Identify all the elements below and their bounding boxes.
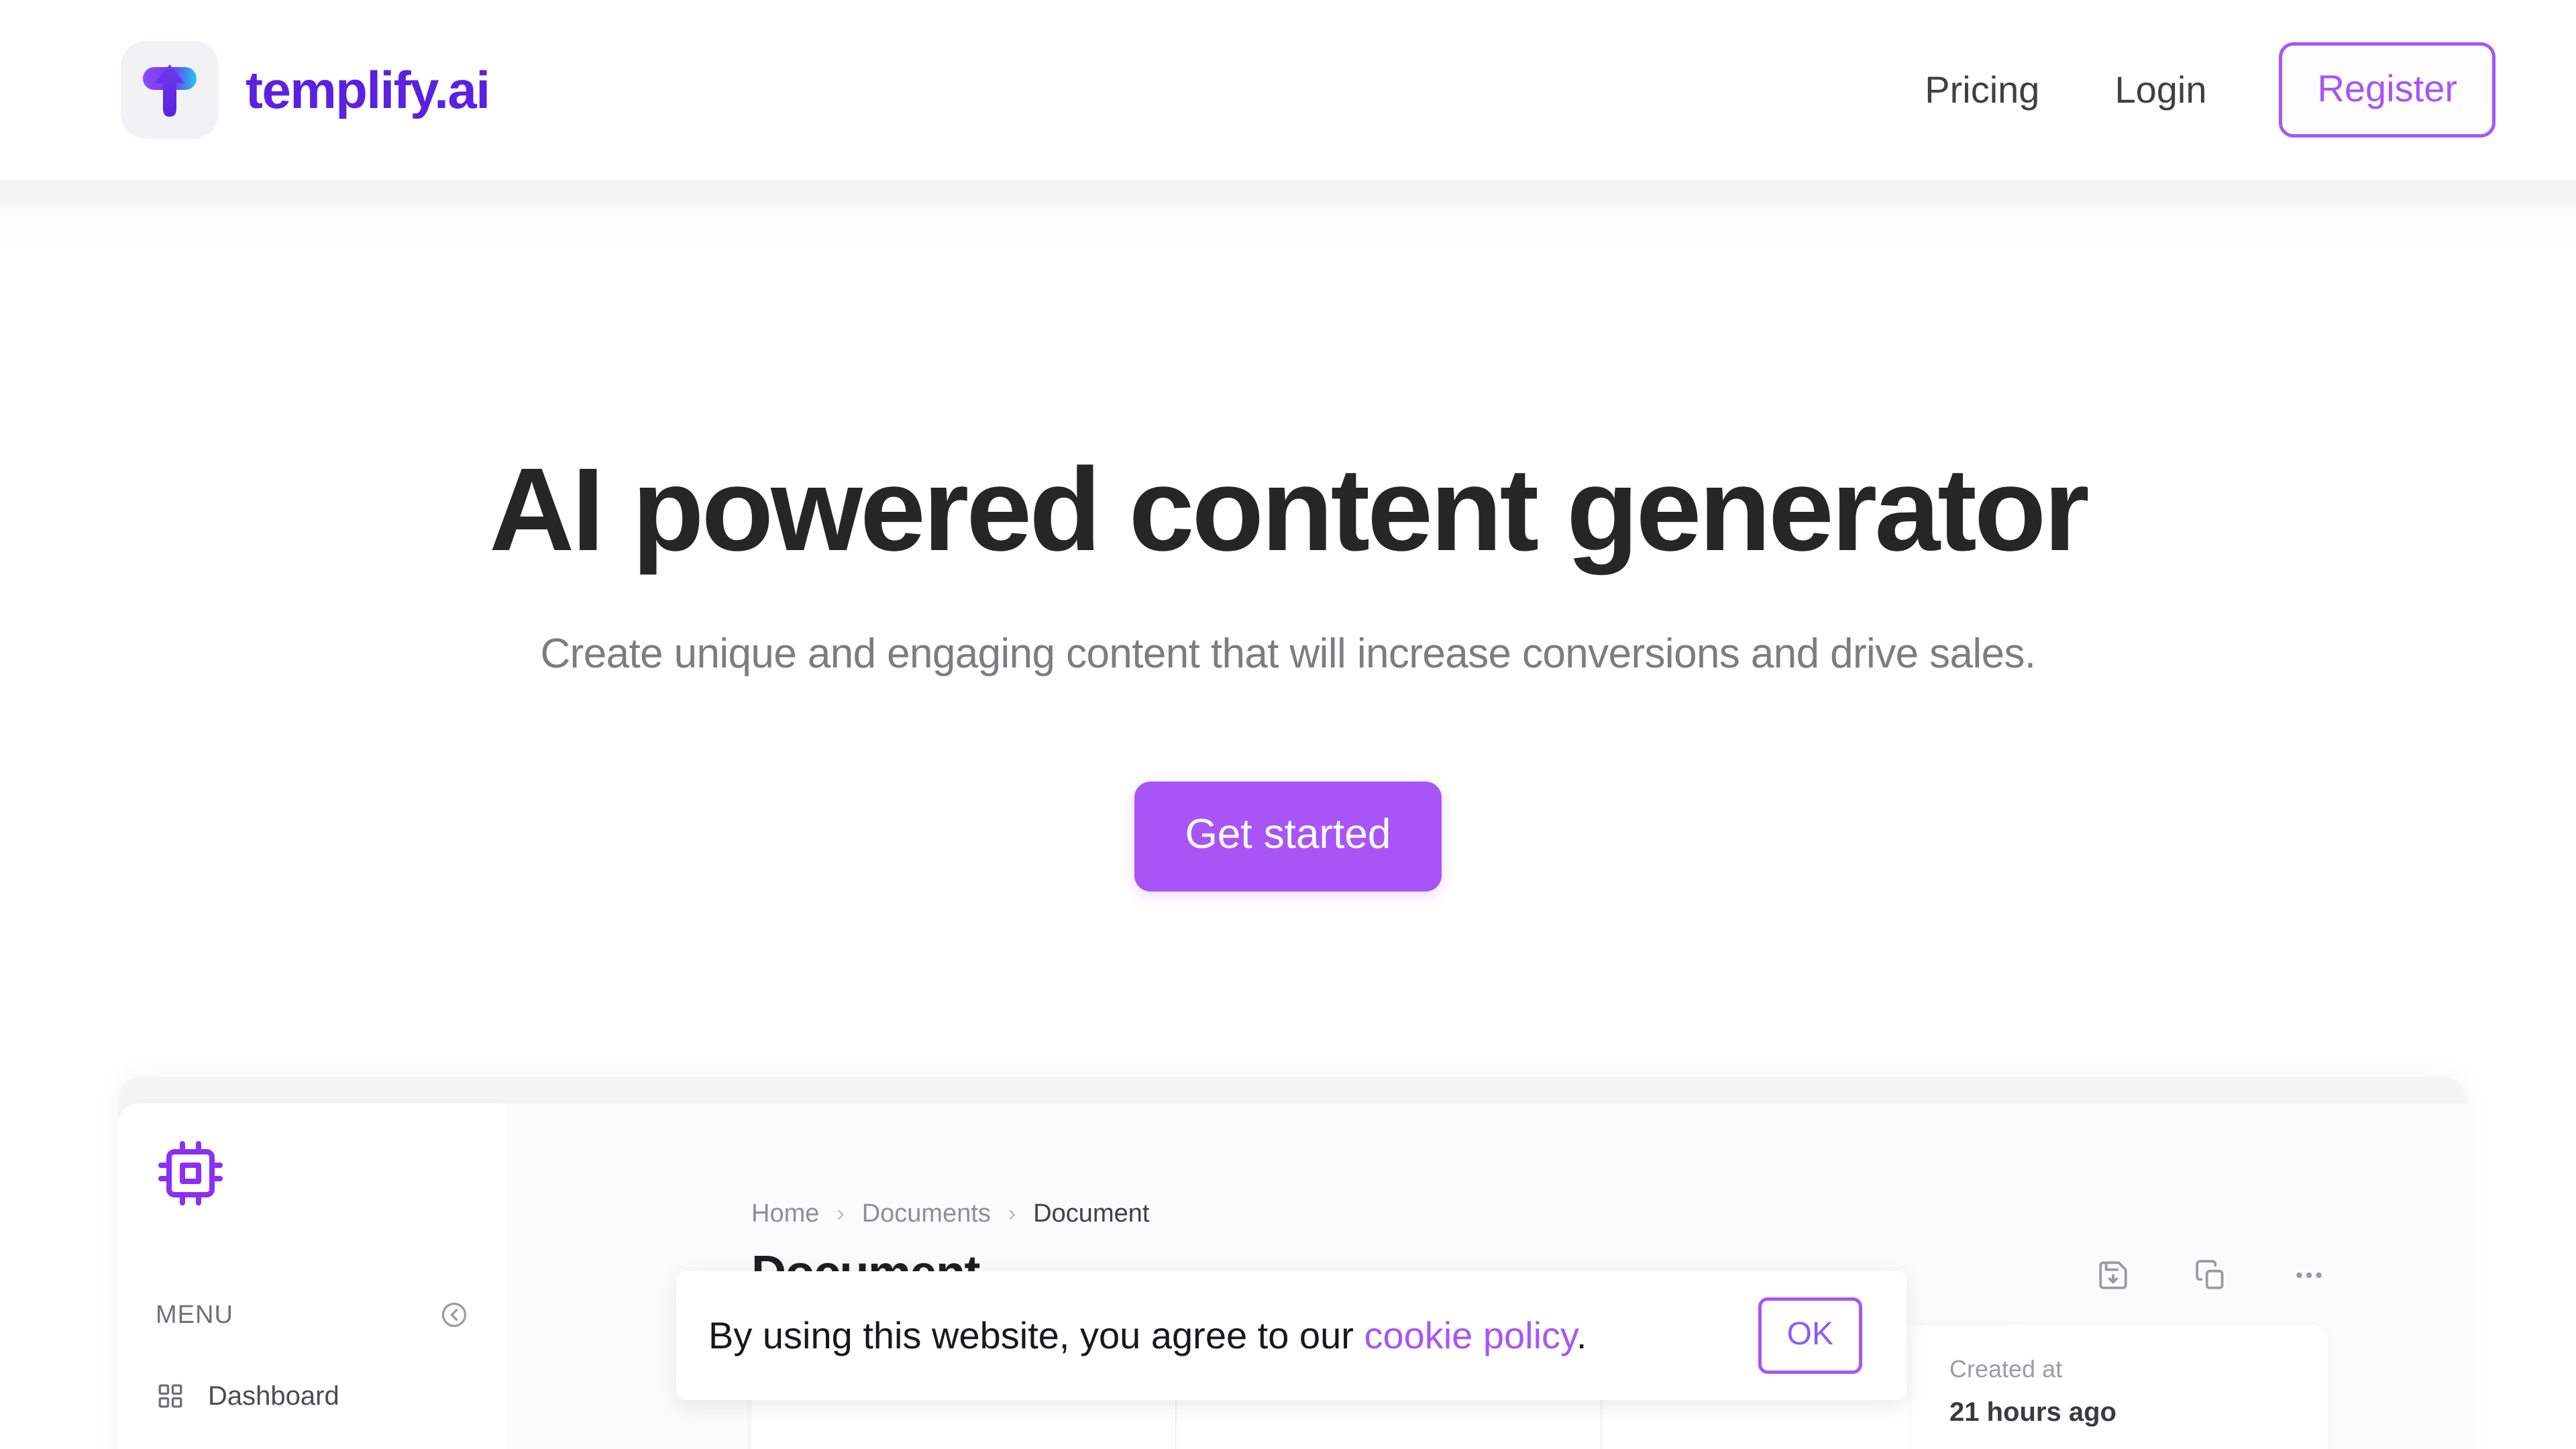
header-fade [0, 205, 2576, 247]
more-options-icon[interactable] [2290, 1256, 2328, 1294]
collapse-circle-icon[interactable] [439, 1299, 470, 1330]
hero-section: AI powered content generator Create uniq… [0, 247, 2576, 892]
created-at-value: 21 hours ago [1949, 1397, 2116, 1427]
breadcrumb-item-documents[interactable]: Documents [862, 1201, 991, 1226]
breadcrumb-current: Document [1033, 1199, 1150, 1228]
landing-page: templify.ai Pricing Login Register AI po… [0, 0, 2576, 1449]
document-toolbar [2094, 1256, 2328, 1294]
grid-2x2-icon [156, 1381, 185, 1411]
hero-cta-wrap: Get started [0, 782, 2576, 892]
get-started-button[interactable]: Get started [1134, 782, 1442, 892]
header-inner: templify.ai Pricing Login Register [0, 0, 2576, 180]
sidebar-item-dashboard[interactable]: Dashboard [156, 1381, 470, 1411]
preview-sidebar: MENU Dashboard [118, 1104, 507, 1449]
nav-link-pricing[interactable]: Pricing [1887, 71, 2077, 109]
save-icon[interactable] [2094, 1256, 2132, 1294]
header-divider-band [0, 180, 2576, 205]
templify-t-logo-icon [121, 41, 219, 139]
sidebar-menu-header: MENU [156, 1299, 470, 1330]
brand-name: templify.ai [246, 60, 490, 119]
cookie-policy-link[interactable]: cookie policy [1364, 1314, 1576, 1356]
cookie-text-after: . [1576, 1314, 1587, 1356]
sidebar-menu-label: MENU [156, 1301, 233, 1329]
cookie-text-before: By using this website, you agree to our [708, 1314, 1364, 1356]
brand-logo[interactable]: templify.ai [121, 41, 490, 139]
register-button[interactable]: Register [2279, 42, 2496, 138]
chevron-right-icon: › [1008, 1201, 1016, 1226]
created-at-label: Created at [1949, 1355, 2063, 1383]
main-nav: Pricing Login Register [1887, 42, 2496, 138]
site-header: templify.ai Pricing Login Register [0, 0, 2576, 180]
hero-subtitle: Create unique and engaging content that … [540, 630, 2037, 677]
page-title: AI powered content generator [489, 444, 2090, 576]
cpu-chip-icon[interactable] [156, 1138, 225, 1208]
cookie-banner-text: By using this website, you agree to our … [708, 1317, 1731, 1354]
created-at-card: Created at 21 hours ago [1912, 1325, 2328, 1449]
breadcrumb: Home › Documents › Document [751, 1201, 1149, 1226]
copy-icon[interactable] [2192, 1256, 2230, 1294]
cookie-accept-button[interactable]: OK [1758, 1297, 1862, 1374]
sidebar-item-label: Dashboard [208, 1381, 339, 1411]
nav-link-login[interactable]: Login [2077, 71, 2244, 109]
cookie-consent-banner: By using this website, you agree to our … [676, 1271, 1907, 1400]
chevron-right-icon: › [837, 1201, 845, 1226]
breadcrumb-item-home[interactable]: Home [751, 1201, 819, 1226]
